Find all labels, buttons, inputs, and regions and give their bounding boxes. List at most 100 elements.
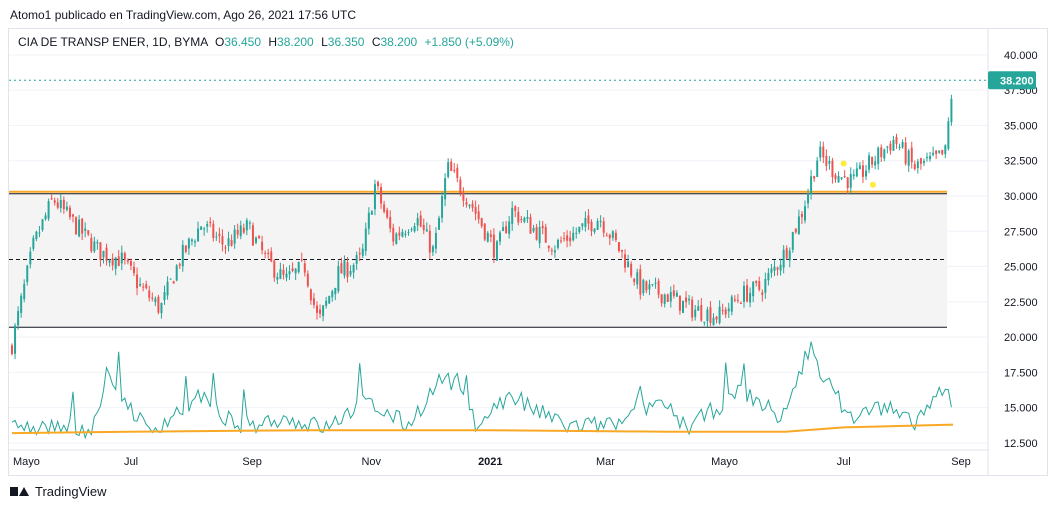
open-value: 36.450 [224,35,262,49]
candle-body [678,295,681,311]
candle-body [743,285,745,302]
candle-body [434,232,437,249]
candle-body [438,217,440,230]
candle-body [685,297,688,303]
candle-body [691,299,694,318]
candle-body [136,274,139,289]
candle-body [218,233,221,236]
tradingview-logo-icon [10,486,30,497]
high-label: H [268,35,278,49]
candle-body [444,178,447,200]
candle-body [251,225,254,246]
candle-body [889,143,892,151]
candle-body [291,268,294,271]
candle-body [410,229,413,231]
price-tick-label: 20.000 [1004,332,1038,344]
chart-canvas[interactable]: 40.00037.50035.00032.50030.00027.50025.0… [0,0,1056,509]
candle-body [465,202,468,205]
candle-body [456,167,459,178]
candle-body [413,226,416,232]
candle-body [779,264,782,271]
candle-body [508,221,511,234]
candle-body [621,249,623,252]
candle-body [370,211,373,215]
candle-body [386,209,389,218]
candle-body [727,308,730,312]
candle-body [556,239,559,248]
candle-body [178,264,181,266]
candle-body [645,281,648,291]
candle-body [334,287,337,295]
candle-body [883,149,886,159]
candle-body [462,192,465,201]
price-tick-label: 35.000 [1004,120,1038,132]
candle-body [187,238,190,249]
candle-body [200,226,203,230]
candle-body [129,261,132,266]
time-tick-label: Mayo [711,456,738,468]
candle-body [364,228,367,252]
symbol-legend[interactable]: CIA DE TRANSP ENER, 1D, BYMA O36.450 H38… [18,35,514,49]
candle-body [627,261,630,268]
candle-body [395,233,398,244]
candle-body [611,231,614,238]
candle-body [325,300,328,306]
candle-body [309,289,312,301]
candle-body [215,236,218,238]
candle-body [575,232,578,234]
candle-body [47,201,50,219]
symbol-name[interactable]: CIA DE TRANSP ENER, 1D, BYMA [18,35,208,49]
time-tick-label: Jul [837,456,851,468]
candle-body [322,305,325,317]
candle-body [688,298,691,301]
tradingview-footer[interactable]: TradingView [10,484,107,499]
candle-body [804,206,806,221]
candle-body [401,231,404,237]
candle-body [697,306,700,311]
candle-body [328,296,331,304]
candle-body [544,227,547,243]
candle-body [810,176,813,195]
candle-body [639,269,642,295]
candle-body [227,238,230,246]
candle-body [764,278,767,293]
candle-body [538,226,541,244]
candle-body [913,164,916,170]
candle-body [773,266,776,271]
candle-body [96,242,99,244]
candle-body [782,249,785,268]
candle-body [816,160,819,177]
candle-body [282,269,285,275]
candle-body [721,310,724,312]
candle-body [553,250,556,253]
candle-body [919,158,922,164]
candle-body [785,248,788,259]
candle-body [175,265,178,281]
candle-body [761,292,764,295]
candle-body [495,241,498,261]
candle-body [788,250,791,261]
candle-body [916,161,919,169]
candle-body [840,177,843,179]
candle-body [236,229,239,235]
candle-body [932,152,935,155]
candle-body [264,252,267,254]
candle-body [404,233,407,235]
candle-body [197,228,200,242]
candle-body [255,237,257,243]
candle-body [614,232,617,240]
candle-body [651,284,654,286]
candle-body [203,228,206,230]
candle-body [422,224,425,231]
candle-body [245,220,248,231]
candle-body [194,241,196,243]
candle-body [895,136,898,144]
candle-body [319,309,322,314]
price-tick-label: 30.000 [1004,191,1038,203]
candle-body [157,296,160,313]
candle-body [776,267,779,270]
candle-body [633,278,636,282]
candle-body [206,224,209,227]
candle-body [880,147,883,158]
current-price-label: 38.200 [1000,75,1034,87]
